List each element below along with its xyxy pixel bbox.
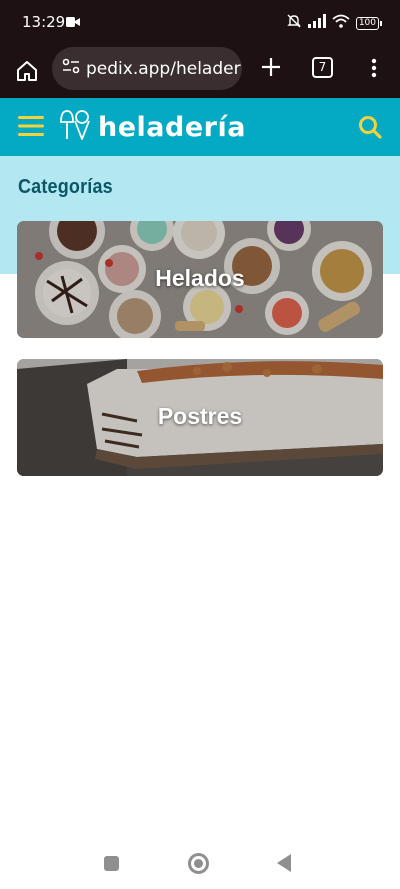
home-button[interactable] — [14, 58, 40, 84]
status-bar: 13:29 100 — [0, 0, 400, 46]
address-bar[interactable]: pedix.app/heladeriac — [52, 47, 242, 90]
menu-icon[interactable] — [18, 116, 44, 136]
app-header: heladería — [0, 98, 400, 156]
browser-toolbar: pedix.app/heladeriac 7 — [0, 46, 400, 98]
url-text: pedix.app/heladeriac — [86, 58, 242, 79]
mute-icon — [286, 13, 302, 34]
recent-apps-button[interactable] — [104, 856, 119, 871]
video-icon — [66, 15, 80, 33]
signal-icon — [307, 14, 326, 33]
system-nav-bar — [0, 836, 400, 889]
status-icons: 100 — [286, 13, 382, 34]
more-options-icon[interactable] — [366, 55, 382, 81]
battery-level: 100 — [355, 17, 379, 30]
logo-text: heladería — [98, 111, 246, 143]
logo[interactable]: heladería — [58, 109, 246, 145]
status-time: 13:29 — [22, 13, 66, 31]
search-icon[interactable] — [357, 114, 383, 140]
category-label-helados: Helados — [155, 265, 245, 291]
categories-title: Categorías — [18, 176, 113, 198]
category-label-postres: Postres — [157, 403, 243, 429]
ice-cream-icon — [58, 108, 92, 147]
back-button[interactable] — [277, 854, 291, 872]
tab-switcher-button[interactable]: 7 — [312, 57, 333, 78]
battery-icon: 100 — [355, 17, 382, 30]
category-card-postres[interactable]: Postres — [17, 359, 383, 476]
site-settings-icon[interactable] — [62, 58, 80, 79]
wifi-icon — [332, 14, 350, 33]
category-card-helados[interactable]: Helados — [17, 221, 383, 338]
new-tab-button[interactable] — [258, 54, 284, 80]
home-nav-button[interactable] — [188, 853, 209, 874]
